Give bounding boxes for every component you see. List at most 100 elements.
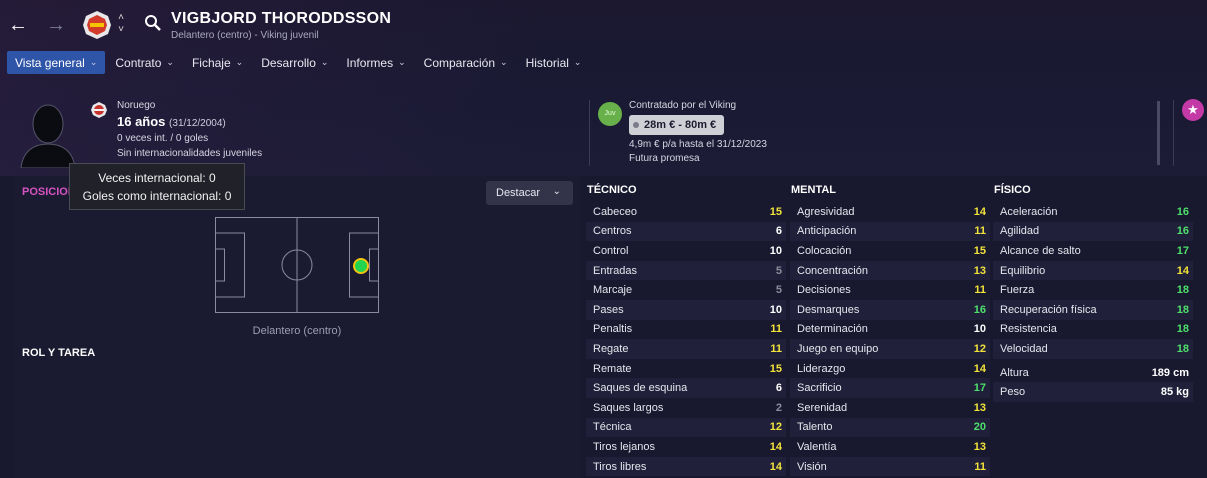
tab-history[interactable]: Historial ⌄ bbox=[518, 51, 590, 74]
value-dot-icon bbox=[633, 122, 639, 128]
attribute-value: 18 bbox=[1176, 323, 1189, 336]
attribute-value: 18 bbox=[1176, 342, 1189, 355]
attribute-row[interactable]: Penaltis 11 bbox=[586, 320, 786, 340]
tab-label: Desarrollo bbox=[261, 55, 316, 70]
attribute-value: 17 bbox=[973, 382, 986, 395]
tab-transfer[interactable]: Fichaje ⌄ bbox=[184, 51, 251, 74]
attribute-row[interactable]: Equilibrio 14 bbox=[993, 260, 1193, 281]
attribute-row[interactable]: Regate 11 bbox=[586, 339, 786, 359]
attribute-value: 11 bbox=[974, 460, 986, 473]
chevron-down-icon: ⌄ bbox=[320, 57, 329, 67]
attribute-name: Agilidad bbox=[1000, 225, 1040, 238]
attribute-row[interactable]: Pases 10 bbox=[586, 299, 786, 320]
attribute-name: Liderazgo bbox=[797, 362, 846, 375]
attribute-row[interactable]: Desmarques 16 bbox=[790, 299, 990, 320]
tab-reports[interactable]: Informes ⌄ bbox=[338, 51, 413, 74]
tab-contract[interactable]: Contrato ⌄ bbox=[107, 51, 182, 74]
age-value: 16 años bbox=[117, 114, 166, 129]
attribute-name: Altura bbox=[1000, 366, 1029, 379]
tab-overview[interactable]: Vista general ⌄ bbox=[7, 51, 106, 74]
attribute-value: 14 bbox=[769, 440, 782, 453]
attribute-row[interactable]: Determinación 10 bbox=[790, 320, 990, 340]
attribute-row[interactable]: Tiros libres 14 bbox=[586, 456, 786, 477]
mental-title: MENTAL bbox=[791, 184, 837, 196]
attribute-row[interactable]: Sacrificio 17 bbox=[790, 378, 990, 398]
attribute-row[interactable]: Talento 20 bbox=[790, 417, 990, 438]
attribute-name: Determinación bbox=[797, 323, 868, 336]
attribute-name: Visión bbox=[797, 460, 827, 473]
wage: 4,9m € p/a hasta el 31/12/2023 bbox=[629, 139, 767, 150]
tab-label: Contrato bbox=[115, 55, 162, 70]
attribute-row[interactable]: Remate 15 bbox=[586, 359, 786, 379]
role-title: ROL Y TAREA bbox=[22, 347, 96, 359]
nationality[interactable]: Noruego bbox=[117, 100, 262, 111]
player-subtitle: Delantero (centro) - Viking juvenil bbox=[171, 30, 319, 41]
player-name: VIGBJORD THORODDSSON bbox=[171, 10, 392, 27]
attribute-name: Alcance de salto bbox=[1000, 244, 1081, 257]
attribute-name: Aceleración bbox=[1000, 205, 1058, 218]
nation-flag-icon[interactable] bbox=[90, 101, 108, 119]
attribute-name: Equilibrio bbox=[1000, 264, 1046, 277]
back-arrow-icon[interactable]: ← bbox=[7, 14, 29, 36]
attribute-name: Regate bbox=[593, 342, 629, 355]
attribute-row[interactable]: Agilidad 16 bbox=[993, 221, 1193, 242]
forward-arrow-icon[interactable]: → bbox=[45, 14, 67, 36]
transfer-value[interactable]: 28m € - 80m € bbox=[629, 115, 725, 135]
attribute-row[interactable]: Alcance de salto 17 bbox=[993, 241, 1193, 261]
tab-development[interactable]: Desarrollo ⌄ bbox=[253, 51, 336, 74]
chevron-down-icon: ⌄ bbox=[235, 57, 244, 67]
attribute-row[interactable]: Anticipación 11 bbox=[790, 221, 990, 242]
attribute-row[interactable]: Técnica 12 bbox=[586, 417, 786, 438]
youth-badge: Juv bbox=[598, 102, 622, 126]
attribute-row[interactable]: Juego en equipo 12 bbox=[790, 339, 990, 359]
scrollbar[interactable] bbox=[1157, 101, 1160, 165]
attribute-row[interactable]: Resistencia 18 bbox=[993, 320, 1193, 340]
attribute-row[interactable]: Liderazgo 14 bbox=[790, 359, 990, 379]
attribute-row[interactable]: Peso 85 kg bbox=[993, 382, 1193, 402]
caps-goals[interactable]: 0 veces int. / 0 goles bbox=[117, 133, 262, 144]
attribute-row[interactable]: Cabeceo 15 bbox=[586, 202, 786, 222]
attribute-row[interactable]: Fuerza 18 bbox=[993, 280, 1193, 300]
attribute-row[interactable]: Altura 189 cm bbox=[993, 363, 1193, 383]
attribute-value: 12 bbox=[973, 342, 986, 355]
attribute-row[interactable]: Marcaje 5 bbox=[586, 280, 786, 300]
search-icon[interactable] bbox=[144, 14, 162, 32]
club-badge-icon[interactable] bbox=[82, 10, 112, 40]
attribute-row[interactable]: Entradas 5 bbox=[586, 260, 786, 281]
transfer-value-label: 28m € - 80m € bbox=[644, 119, 717, 131]
tab-comparison[interactable]: Comparación ⌄ bbox=[416, 51, 516, 74]
chevron-down-icon: ⌄ bbox=[552, 186, 561, 197]
attribute-value: 12 bbox=[769, 421, 782, 434]
attribute-name: Agresividad bbox=[797, 205, 855, 218]
attribute-row[interactable]: Saques de esquina 6 bbox=[586, 378, 786, 398]
position-dot-striker[interactable] bbox=[355, 260, 367, 272]
star-icon[interactable]: ★ bbox=[1182, 99, 1204, 121]
attribute-row[interactable]: Velocidad 18 bbox=[993, 339, 1193, 359]
attribute-value: 14 bbox=[769, 460, 782, 473]
attribute-row[interactable]: Aceleración 16 bbox=[993, 202, 1193, 222]
attribute-value: 13 bbox=[973, 264, 986, 277]
attribute-value: 18 bbox=[1176, 284, 1189, 297]
highlight-dropdown[interactable]: Destacar ⌄ bbox=[486, 181, 573, 205]
attribute-row[interactable]: Agresividad 14 bbox=[790, 202, 990, 222]
tooltip-caps: Veces internacional: 0 bbox=[98, 171, 216, 185]
attribute-value: 15 bbox=[769, 362, 782, 375]
attribute-row[interactable]: Tiros lejanos 14 bbox=[586, 437, 786, 457]
attribute-row[interactable]: Valentía 13 bbox=[790, 437, 990, 457]
attribute-row[interactable]: Serenidad 13 bbox=[790, 398, 990, 418]
player-switch-icon[interactable]: ˄ ˅ bbox=[115, 12, 127, 36]
attribute-row[interactable]: Colocación 15 bbox=[790, 241, 990, 261]
attribute-row[interactable]: Concentración 13 bbox=[790, 260, 990, 281]
attribute-row[interactable]: Recuperación física 18 bbox=[993, 299, 1193, 320]
attribute-value: 11 bbox=[770, 342, 782, 355]
attribute-name: Serenidad bbox=[797, 401, 848, 414]
attribute-value: 15 bbox=[973, 244, 986, 257]
attribute-name: Cabeceo bbox=[593, 205, 638, 218]
attribute-row[interactable]: Saques largos 2 bbox=[586, 398, 786, 418]
attribute-row[interactable]: Decisiones 11 bbox=[790, 280, 990, 300]
attribute-value: 6 bbox=[775, 382, 782, 395]
attribute-row[interactable]: Visión 11 bbox=[790, 456, 990, 477]
attribute-row[interactable]: Centros 6 bbox=[586, 221, 786, 242]
attribute-row[interactable]: Control 10 bbox=[586, 241, 786, 261]
highlight-label: Destacar bbox=[496, 187, 541, 199]
